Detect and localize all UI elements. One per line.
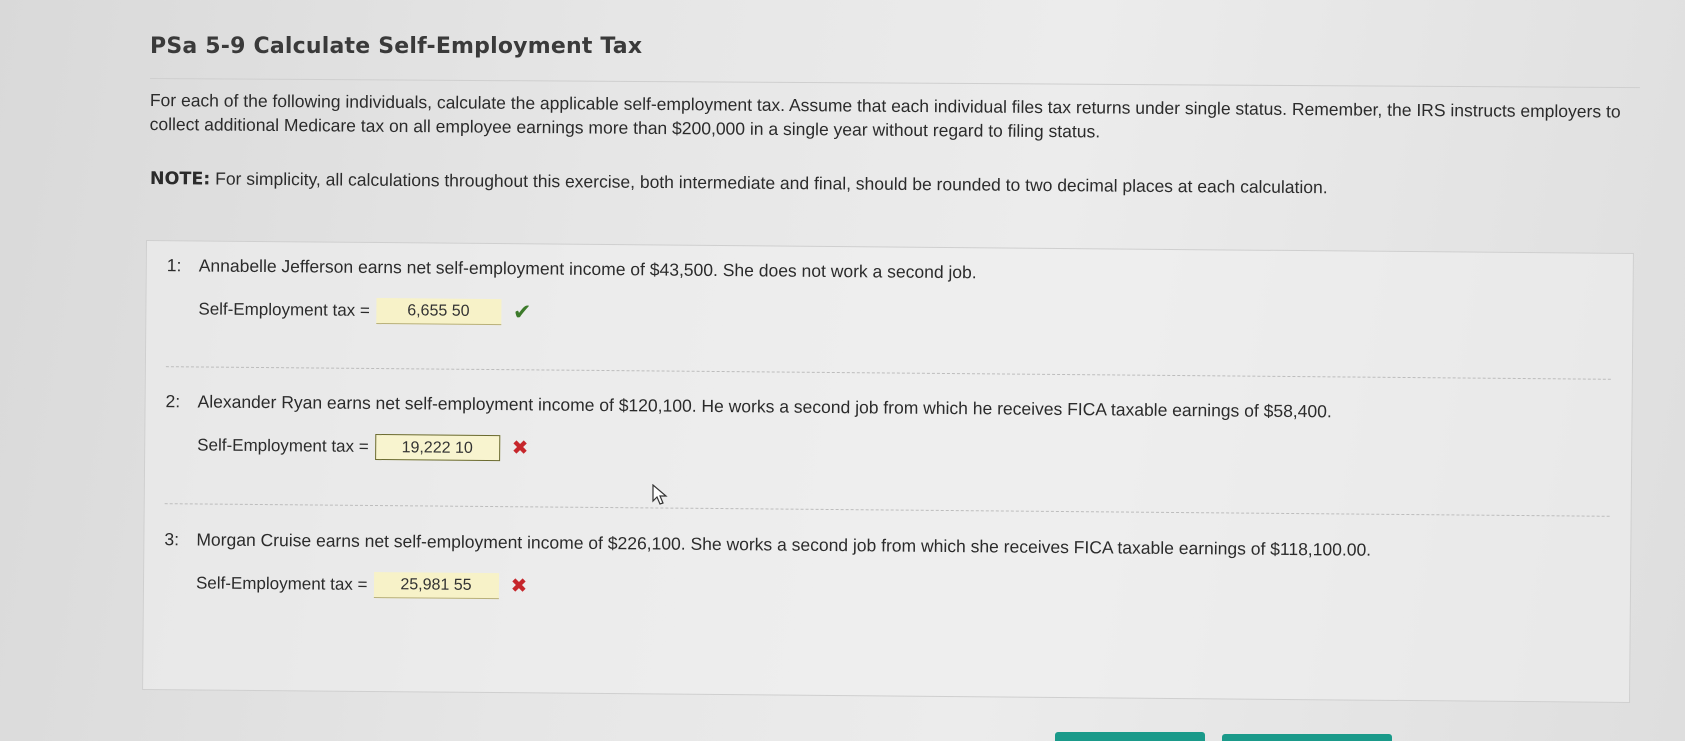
question-divider [164, 503, 1610, 517]
note-body: For simplicity, all calculations through… [210, 168, 1328, 198]
exercise-page: PSa 5-9 Calculate Self-Employment Tax Fo… [0, 0, 1685, 741]
question-number: 3: [164, 529, 180, 550]
note-text: NOTE: For simplicity, all calculations t… [150, 166, 1645, 203]
x-icon: ✖ [511, 437, 529, 460]
question-3: 3: Morgan Cruise earns net self-employme… [164, 529, 1605, 609]
answer-label: Self-Employment tax = [195, 573, 368, 594]
self-employment-tax-input[interactable]: 19,222 10 [374, 434, 500, 462]
title-divider [149, 78, 1640, 89]
question-2: 2: Alexander Ryan earns net self-employm… [165, 391, 1606, 471]
footer-button-right[interactable] [1222, 734, 1392, 741]
question-text: Alexander Ryan earns net self-employment… [197, 391, 1332, 422]
questions-panel: 1: Annabelle Jefferson earns net self-em… [142, 240, 1634, 703]
question-text: Annabelle Jefferson earns net self-emplo… [198, 255, 977, 283]
x-icon: ✖ [510, 575, 528, 598]
self-employment-tax-input[interactable]: 25,981 55 [373, 571, 499, 600]
instructions-text: For each of the following individuals, c… [149, 89, 1621, 142]
question-1: 1: Annabelle Jefferson earns net self-em… [166, 255, 1607, 335]
question-number: 2: [165, 391, 181, 412]
question-number: 1: [166, 255, 182, 276]
page-title: PSa 5-9 Calculate Self-Employment Tax [150, 34, 643, 59]
question-divider [165, 366, 1611, 380]
answer-label: Self-Employment tax = [198, 299, 370, 320]
mouse-pointer-icon [652, 484, 668, 505]
checkmark-icon: ✔ [512, 299, 532, 325]
self-employment-tax-input[interactable]: 6,655 50 [375, 298, 501, 326]
question-text: Morgan Cruise earns net self-employment … [196, 529, 1372, 560]
answer-label: Self-Employment tax = [197, 435, 369, 456]
note-label: NOTE: [149, 168, 211, 190]
footer-button-left[interactable] [1055, 732, 1205, 741]
